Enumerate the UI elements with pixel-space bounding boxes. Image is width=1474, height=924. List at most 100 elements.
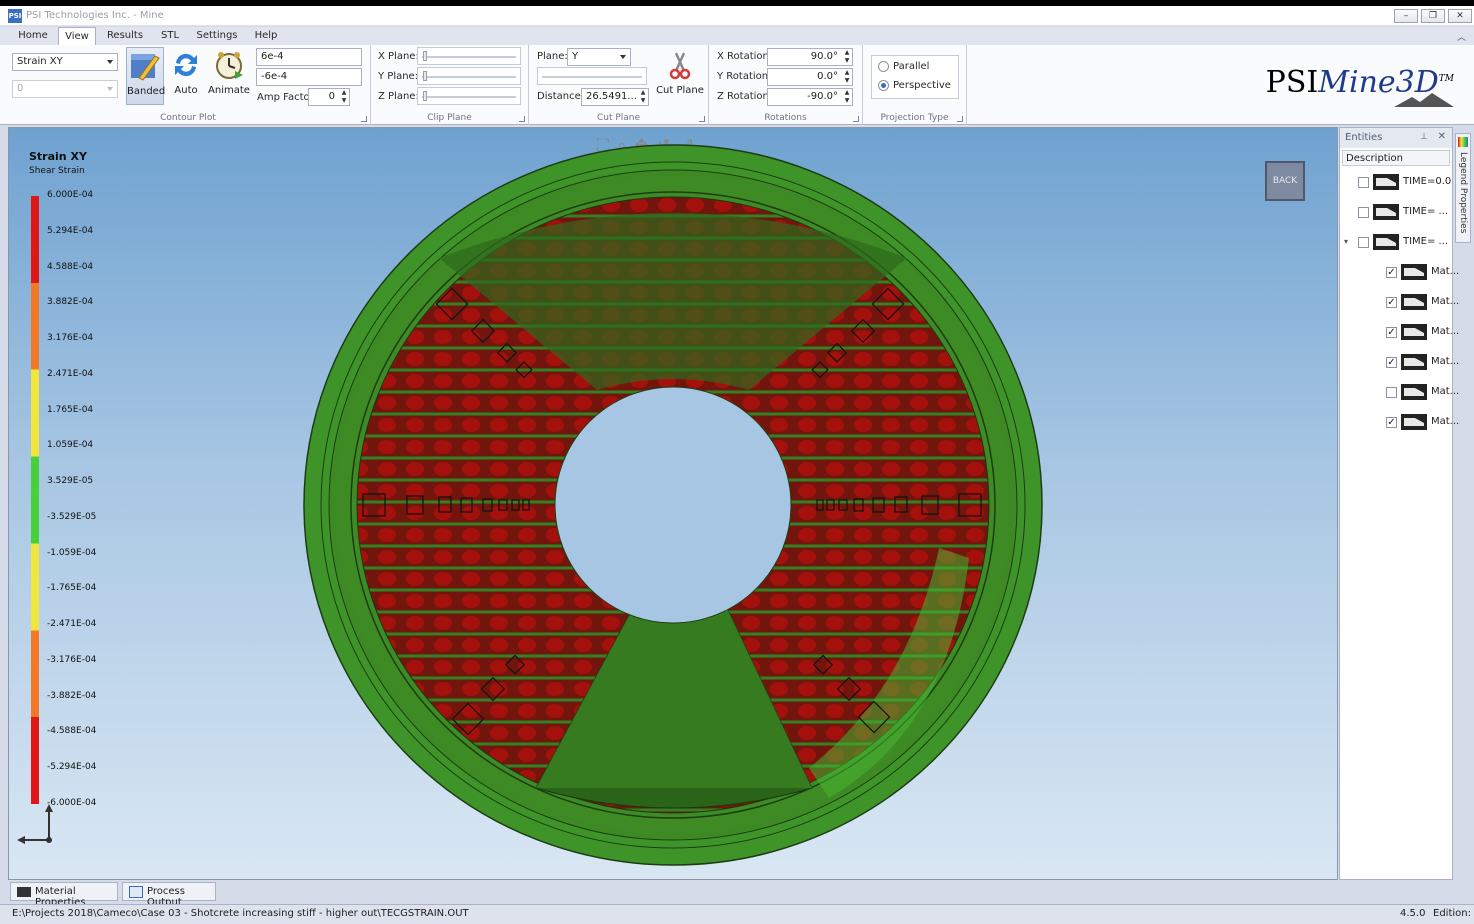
entities-panel: Entities ⊥ ✕ Description TIME=0.0 TIME= .…: [1339, 127, 1459, 880]
contour-component-select[interactable]: 0: [12, 80, 118, 98]
visibility-checkbox[interactable]: [1358, 237, 1369, 248]
cut-plane-slider[interactable]: [537, 67, 647, 85]
entity-label: Mat...: [1431, 326, 1460, 337]
x-plane-slider[interactable]: [417, 47, 521, 65]
dialog-launcher-icon[interactable]: [957, 116, 963, 122]
mesh-icon: [1373, 204, 1399, 220]
window-title: PSI Technologies Inc. - Mine: [26, 10, 164, 21]
animate-button[interactable]: Animate: [208, 47, 250, 105]
auto-button[interactable]: Auto: [168, 47, 204, 105]
auto-label: Auto: [174, 85, 198, 96]
entity-row[interactable]: ✓ Mat...: [1374, 262, 1459, 282]
visibility-checkbox[interactable]: ✓: [1386, 297, 1397, 308]
y-rotation-label: Y Rotation:: [717, 71, 772, 82]
x-plane-label: X Plane:: [378, 51, 419, 62]
legend-icon: [1458, 137, 1468, 147]
animate-label: Animate: [208, 85, 250, 96]
perspective-radio[interactable]: [878, 80, 889, 91]
slider-thumb[interactable]: [423, 51, 427, 61]
banded-button[interactable]: Banded: [126, 47, 165, 105]
cut-plane-button[interactable]: Cut Plane: [655, 47, 705, 105]
spinner-arrows-icon[interactable]: ▲ ▼: [339, 89, 349, 105]
entity-row[interactable]: TIME=0.0: [1346, 172, 1451, 192]
parallel-label[interactable]: Parallel: [893, 61, 929, 72]
visibility-checkbox[interactable]: ✓: [1386, 327, 1397, 338]
tab-stl[interactable]: STL: [154, 27, 186, 46]
cut-plane-label: Cut Plane: [656, 85, 704, 96]
dialog-launcher-icon[interactable]: [699, 116, 705, 122]
amp-factor-spinner[interactable]: 0 ▲ ▼: [308, 88, 350, 106]
entity-label: Mat...: [1431, 356, 1460, 367]
tunnel-strain-model[interactable]: [9, 128, 1338, 880]
x-rotation-spinner[interactable]: 90.0° ▲ ▼: [767, 48, 853, 66]
pin-icon[interactable]: ⊥: [1420, 132, 1428, 142]
banded-icon: [129, 50, 161, 82]
plane-select[interactable]: Y: [567, 48, 631, 66]
perspective-label[interactable]: Perspective: [893, 80, 951, 91]
entity-row[interactable]: ▾ TIME= ...: [1344, 232, 1450, 252]
tab-help[interactable]: Help: [250, 27, 282, 46]
dialog-launcher-icon[interactable]: [519, 116, 525, 122]
spinner-arrows-icon[interactable]: ▲ ▼: [638, 89, 648, 105]
y-rotation-spinner[interactable]: 0.0° ▲ ▼: [767, 68, 853, 86]
application-window: PSI PSI Technologies Inc. - Mine – ❐ ✕ H…: [0, 0, 1474, 924]
z-plane-slider[interactable]: [417, 87, 521, 105]
entity-row[interactable]: ✓ Mat...: [1374, 292, 1459, 312]
x-rotation-label: X Rotation:: [717, 51, 773, 62]
entity-row[interactable]: Mat...: [1374, 382, 1459, 402]
entity-row[interactable]: TIME= ...: [1346, 202, 1450, 222]
tab-results[interactable]: Results: [102, 27, 148, 46]
spinner-arrows-icon[interactable]: ▲ ▼: [842, 69, 852, 85]
legend-properties-side-tab[interactable]: Legend Properties: [1455, 133, 1471, 243]
close-icon[interactable]: ✕: [1438, 131, 1446, 142]
spinner-arrows-icon[interactable]: ▲ ▼: [842, 49, 852, 65]
tab-home[interactable]: Home: [12, 27, 54, 46]
restore-button[interactable]: ❐: [1421, 9, 1445, 23]
rotations-group-label: Rotations: [764, 113, 807, 123]
close-button[interactable]: ✕: [1448, 9, 1472, 23]
tab-process-output[interactable]: Process Output: [122, 882, 216, 908]
collapse-ribbon-icon[interactable]: ︿: [1457, 30, 1466, 43]
3d-viewport[interactable]: Strain XY Shear Strain 6.000E-04 5.294E-0…: [8, 127, 1338, 880]
tab-view[interactable]: View: [58, 27, 96, 46]
app-icon[interactable]: PSI: [8, 9, 22, 23]
distance-spinner[interactable]: 26.5491... ▲ ▼: [581, 88, 649, 106]
dialog-launcher-icon[interactable]: [361, 116, 367, 122]
expand-arrow-icon[interactable]: ▾: [1344, 237, 1348, 246]
spinner-arrows-icon[interactable]: ▲ ▼: [842, 89, 852, 105]
contour-variable-select[interactable]: Strain XY: [12, 53, 118, 71]
visibility-checkbox[interactable]: [1358, 177, 1369, 188]
entity-row[interactable]: ✓ Mat...: [1374, 352, 1459, 372]
entity-row[interactable]: ✓ Mat...: [1374, 322, 1459, 342]
clip-plane-group-label: Clip Plane: [427, 113, 472, 123]
visibility-checkbox[interactable]: [1358, 207, 1369, 218]
entity-row[interactable]: ✓ Mat...: [1374, 412, 1459, 432]
mesh-icon: [1401, 294, 1427, 310]
y-plane-slider[interactable]: [417, 67, 521, 85]
bottom-panel-tabs: Material Properties Process Output: [8, 882, 1338, 908]
minimize-button[interactable]: –: [1394, 9, 1418, 23]
entities-panel-header: Entities ⊥ ✕: [1340, 128, 1452, 148]
status-bar: E:\Projects 2018\Cameco\Case 03 - Shotcr…: [0, 904, 1474, 924]
view-cube[interactable]: BACK: [1265, 161, 1305, 201]
mesh-icon: [1401, 354, 1427, 370]
projection-type-group-label: Projection Type: [880, 113, 949, 123]
slider-thumb[interactable]: [423, 91, 427, 101]
visibility-checkbox[interactable]: ✓: [1386, 357, 1397, 368]
tab-material-properties[interactable]: Material Properties: [10, 882, 118, 908]
visibility-checkbox[interactable]: ✓: [1386, 267, 1397, 278]
z-rotation-spinner[interactable]: -90.0° ▲ ▼: [767, 88, 853, 106]
tab-settings[interactable]: Settings: [192, 27, 242, 46]
cut-plane-group: Plane: Y Distance: 26.5491... ▲ ▼ Cut Pl…: [529, 45, 709, 125]
slider-thumb[interactable]: [423, 71, 427, 81]
dialog-launcher-icon[interactable]: [853, 116, 859, 122]
contour-min-input[interactable]: -6e-4: [256, 68, 362, 86]
ribbon: Strain XY 0 Banded Auto Animate 6e-4 -6e…: [0, 45, 1474, 125]
visibility-checkbox[interactable]: ✓: [1386, 417, 1397, 428]
visibility-checkbox[interactable]: [1386, 387, 1397, 398]
description-column-header[interactable]: Description: [1342, 150, 1450, 166]
mesh-icon: [1401, 324, 1427, 340]
contour-max-input[interactable]: 6e-4: [256, 48, 362, 66]
z-plane-label: Z Plane:: [378, 91, 419, 102]
parallel-radio[interactable]: [878, 61, 889, 72]
